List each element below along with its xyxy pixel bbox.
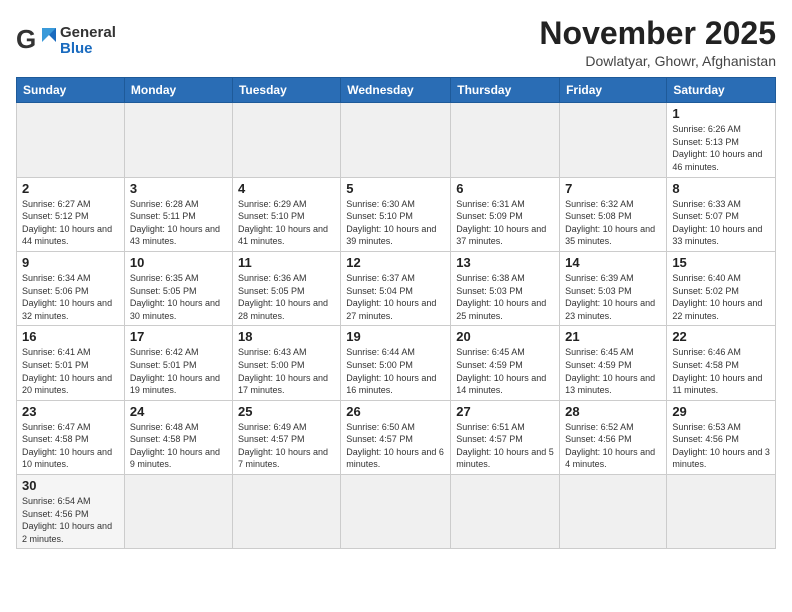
day-22: 22 Sunrise: 6:46 AMSunset: 4:58 PMDaylig… bbox=[667, 326, 776, 400]
week-row-1: 1 Sunrise: 6:26 AM Sunset: 5:13 PM Dayli… bbox=[17, 103, 776, 177]
day-9: 9 Sunrise: 6:34 AMSunset: 5:06 PMDayligh… bbox=[17, 251, 125, 325]
calendar-subtitle: Dowlatyar, Ghowr, Afghanistan bbox=[539, 53, 776, 69]
header-thursday: Thursday bbox=[451, 78, 560, 103]
day-11: 11 Sunrise: 6:36 AMSunset: 5:05 PMDaylig… bbox=[232, 251, 340, 325]
day-8: 8 Sunrise: 6:33 AMSunset: 5:07 PMDayligh… bbox=[667, 177, 776, 251]
day-7: 7 Sunrise: 6:32 AMSunset: 5:08 PMDayligh… bbox=[560, 177, 667, 251]
day-29: 29 Sunrise: 6:53 AMSunset: 4:56 PMDaylig… bbox=[667, 400, 776, 474]
calendar-title: November 2025 bbox=[539, 16, 776, 51]
day-21: 21 Sunrise: 6:45 AMSunset: 4:59 PMDaylig… bbox=[560, 326, 667, 400]
day-17: 17 Sunrise: 6:42 AMSunset: 5:01 PMDaylig… bbox=[124, 326, 232, 400]
day-empty bbox=[451, 475, 560, 549]
day-empty bbox=[232, 475, 340, 549]
header-monday: Monday bbox=[124, 78, 232, 103]
week-row-5: 23 Sunrise: 6:47 AMSunset: 4:58 PMDaylig… bbox=[17, 400, 776, 474]
header-saturday: Saturday bbox=[667, 78, 776, 103]
header: G General Blue November 2025 Dowlatyar, … bbox=[16, 16, 776, 69]
day-25: 25 Sunrise: 6:49 AMSunset: 4:57 PMDaylig… bbox=[232, 400, 340, 474]
day-empty bbox=[451, 103, 560, 177]
day-24: 24 Sunrise: 6:48 AMSunset: 4:58 PMDaylig… bbox=[124, 400, 232, 474]
day-2: 2 Sunrise: 6:27 AMSunset: 5:12 PMDayligh… bbox=[17, 177, 125, 251]
week-row-6: 30 Sunrise: 6:54 AMSunset: 4:56 PMDaylig… bbox=[17, 475, 776, 549]
week-row-2: 2 Sunrise: 6:27 AMSunset: 5:12 PMDayligh… bbox=[17, 177, 776, 251]
weekday-header-row: Sunday Monday Tuesday Wednesday Thursday… bbox=[17, 78, 776, 103]
week-row-4: 16 Sunrise: 6:41 AMSunset: 5:01 PMDaylig… bbox=[17, 326, 776, 400]
day-empty bbox=[341, 103, 451, 177]
day-6: 6 Sunrise: 6:31 AMSunset: 5:09 PMDayligh… bbox=[451, 177, 560, 251]
day-12: 12 Sunrise: 6:37 AMSunset: 5:04 PMDaylig… bbox=[341, 251, 451, 325]
day-18: 18 Sunrise: 6:43 AMSunset: 5:00 PMDaylig… bbox=[232, 326, 340, 400]
day-4: 4 Sunrise: 6:29 AMSunset: 5:10 PMDayligh… bbox=[232, 177, 340, 251]
day-23: 23 Sunrise: 6:47 AMSunset: 4:58 PMDaylig… bbox=[17, 400, 125, 474]
day-3: 3 Sunrise: 6:28 AMSunset: 5:11 PMDayligh… bbox=[124, 177, 232, 251]
header-tuesday: Tuesday bbox=[232, 78, 340, 103]
day-5: 5 Sunrise: 6:30 AMSunset: 5:10 PMDayligh… bbox=[341, 177, 451, 251]
day-19: 19 Sunrise: 6:44 AMSunset: 5:00 PMDaylig… bbox=[341, 326, 451, 400]
day-empty bbox=[124, 103, 232, 177]
day-15: 15 Sunrise: 6:40 AMSunset: 5:02 PMDaylig… bbox=[667, 251, 776, 325]
day-empty bbox=[560, 475, 667, 549]
day-14: 14 Sunrise: 6:39 AMSunset: 5:03 PMDaylig… bbox=[560, 251, 667, 325]
day-13: 13 Sunrise: 6:38 AMSunset: 5:03 PMDaylig… bbox=[451, 251, 560, 325]
day-27: 27 Sunrise: 6:51 AMSunset: 4:57 PMDaylig… bbox=[451, 400, 560, 474]
header-sunday: Sunday bbox=[17, 78, 125, 103]
day-28: 28 Sunrise: 6:52 AMSunset: 4:56 PMDaylig… bbox=[560, 400, 667, 474]
day-10: 10 Sunrise: 6:35 AMSunset: 5:05 PMDaylig… bbox=[124, 251, 232, 325]
day-16: 16 Sunrise: 6:41 AMSunset: 5:01 PMDaylig… bbox=[17, 326, 125, 400]
logo-icon: G bbox=[16, 20, 58, 62]
page: G General Blue November 2025 Dowlatyar, … bbox=[0, 0, 792, 559]
week-row-3: 9 Sunrise: 6:34 AMSunset: 5:06 PMDayligh… bbox=[17, 251, 776, 325]
header-wednesday: Wednesday bbox=[341, 78, 451, 103]
day-20: 20 Sunrise: 6:45 AMSunset: 4:59 PMDaylig… bbox=[451, 326, 560, 400]
logo-blue: Blue bbox=[60, 41, 116, 58]
title-block: November 2025 Dowlatyar, Ghowr, Afghanis… bbox=[539, 16, 776, 69]
day-30: 30 Sunrise: 6:54 AMSunset: 4:56 PMDaylig… bbox=[17, 475, 125, 549]
day-1: 1 Sunrise: 6:26 AM Sunset: 5:13 PM Dayli… bbox=[667, 103, 776, 177]
header-friday: Friday bbox=[560, 78, 667, 103]
calendar-table: Sunday Monday Tuesday Wednesday Thursday… bbox=[16, 77, 776, 549]
day-empty bbox=[560, 103, 667, 177]
logo-text: General bbox=[60, 25, 116, 42]
logo: G General Blue bbox=[16, 20, 116, 62]
day-26: 26 Sunrise: 6:50 AMSunset: 4:57 PMDaylig… bbox=[341, 400, 451, 474]
day-empty bbox=[232, 103, 340, 177]
day-empty bbox=[341, 475, 451, 549]
day-empty bbox=[667, 475, 776, 549]
svg-text:G: G bbox=[16, 24, 36, 54]
day-empty bbox=[17, 103, 125, 177]
day-empty bbox=[124, 475, 232, 549]
